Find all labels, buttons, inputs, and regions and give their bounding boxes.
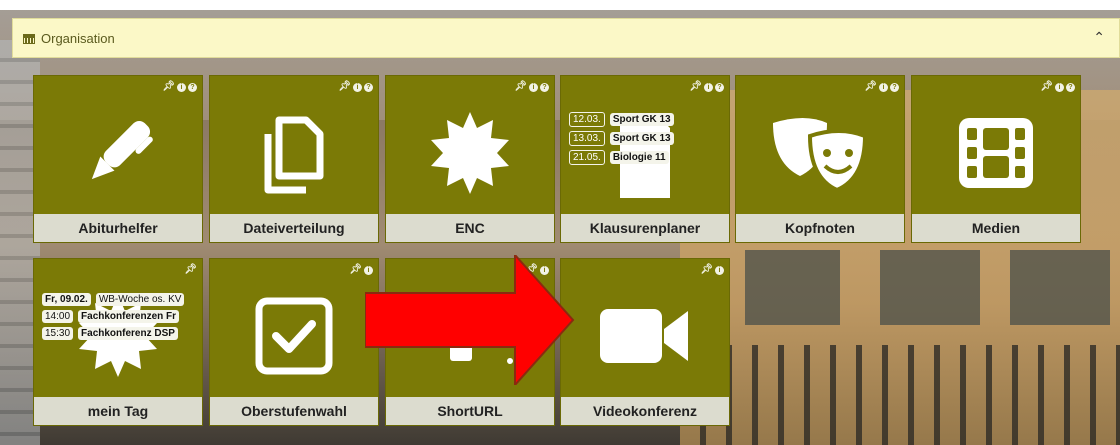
pin-icon[interactable]: 📌︎ bbox=[689, 82, 702, 92]
tile-label: Klausurenplaner bbox=[561, 214, 729, 242]
background-railing bbox=[700, 345, 1120, 445]
tile-label: mein Tag bbox=[34, 397, 202, 425]
pin-icon[interactable]: 📌︎ bbox=[162, 82, 175, 92]
checkbox-icon bbox=[210, 277, 378, 395]
background-window bbox=[745, 250, 840, 325]
tile-label: ShortURL bbox=[386, 397, 554, 425]
video-camera-icon bbox=[561, 277, 729, 395]
help-icon[interactable]: ? bbox=[364, 82, 373, 92]
tile-mein-tag[interactable]: 📌︎ Fr, 09.02. WB-Woche os. KV 14:00 Fachko… bbox=[33, 258, 203, 426]
tile-medien[interactable]: 📌︎ i? Medien bbox=[911, 75, 1081, 243]
list-item: 14:00 Fachkonferenzen Fr bbox=[42, 310, 184, 323]
tile-enc[interactable]: 📌︎ i? ENC bbox=[385, 75, 555, 243]
pin-icon[interactable]: 📌︎ bbox=[514, 82, 527, 92]
day-list: Fr, 09.02. WB-Woche os. KV 14:00 Fachkonfe… bbox=[42, 293, 185, 344]
info-icon[interactable]: i bbox=[879, 82, 888, 92]
pin-icon[interactable]: 📌︎ bbox=[864, 82, 877, 92]
theater-masks-icon bbox=[736, 94, 904, 212]
pen-icon bbox=[34, 94, 202, 212]
help-icon[interactable]: ? bbox=[715, 82, 724, 92]
tile-oberstufenwahl[interactable]: 📌︎ i Oberstufenwahl bbox=[209, 258, 379, 426]
list-item: 15:30 Fachkonferenz DSP bbox=[42, 327, 184, 340]
pin-icon[interactable]: 📌︎ bbox=[338, 82, 351, 92]
tile-label: Kopfnoten bbox=[736, 214, 904, 242]
info-icon[interactable]: i bbox=[177, 82, 186, 92]
red-arrow-annotation bbox=[365, 255, 575, 385]
info-icon[interactable]: i bbox=[704, 82, 713, 92]
help-icon[interactable]: ? bbox=[890, 82, 899, 92]
list-item: 21.05. Biologie 11 bbox=[569, 150, 674, 165]
film-icon bbox=[912, 94, 1080, 212]
help-icon[interactable]: ? bbox=[188, 82, 197, 92]
list-item: 12.03. Sport GK 13 bbox=[569, 112, 674, 127]
tile-videokonferenz[interactable]: 📌︎ i Videokonferenz bbox=[560, 258, 730, 426]
pin-icon[interactable]: 📌︎ bbox=[184, 265, 197, 275]
info-icon[interactable]: i bbox=[529, 82, 538, 92]
tile-label: Oberstufenwahl bbox=[210, 397, 378, 425]
help-icon[interactable]: ? bbox=[540, 82, 549, 92]
calendar-icon bbox=[23, 32, 35, 44]
background-window bbox=[1010, 250, 1110, 325]
tile-dateiverteilung[interactable]: 📌︎ i? Dateiverteilung bbox=[209, 75, 379, 243]
panel-title: Organisation bbox=[41, 30, 115, 46]
top-strip bbox=[0, 0, 1120, 10]
list-item: 13.03. Sport GK 13 bbox=[569, 131, 674, 146]
list-item: Fr, 09.02. WB-Woche os. KV bbox=[42, 293, 185, 306]
info-icon[interactable]: i bbox=[353, 82, 362, 92]
pin-icon[interactable]: 📌︎ bbox=[1040, 82, 1053, 92]
badge-icon bbox=[386, 94, 554, 212]
copy-icon bbox=[210, 94, 378, 212]
tile-label: ENC bbox=[386, 214, 554, 242]
info-icon[interactable]: i bbox=[715, 265, 724, 275]
panel-header-organisation[interactable]: Organisation ⌃ bbox=[12, 18, 1120, 58]
chevron-up-icon[interactable]: ⌃ bbox=[1093, 29, 1105, 46]
tile-label: Medien bbox=[912, 214, 1080, 242]
pin-icon[interactable]: 📌︎ bbox=[700, 265, 713, 275]
pin-icon[interactable]: 📌︎ bbox=[349, 265, 362, 275]
tile-label: Dateiverteilung bbox=[210, 214, 378, 242]
help-icon[interactable]: ? bbox=[1066, 82, 1075, 92]
tile-label: Abiturhelfer bbox=[34, 214, 202, 242]
background-window bbox=[880, 250, 980, 325]
exam-list: 12.03. Sport GK 13 13.03. Sport GK 13 21.0… bbox=[569, 112, 674, 169]
tile-label: Videokonferenz bbox=[561, 397, 729, 425]
tile-kopfnoten[interactable]: 📌︎ i? Kopfnoten bbox=[735, 75, 905, 243]
tile-klausurenplaner[interactable]: 📌︎ i? 12.03. Sport GK 13 13.03. Sport GK 13… bbox=[560, 75, 730, 243]
tile-abiturhelfer[interactable]: 📌︎ i? Abiturhelfer bbox=[33, 75, 203, 243]
info-icon[interactable]: i bbox=[1055, 82, 1064, 92]
